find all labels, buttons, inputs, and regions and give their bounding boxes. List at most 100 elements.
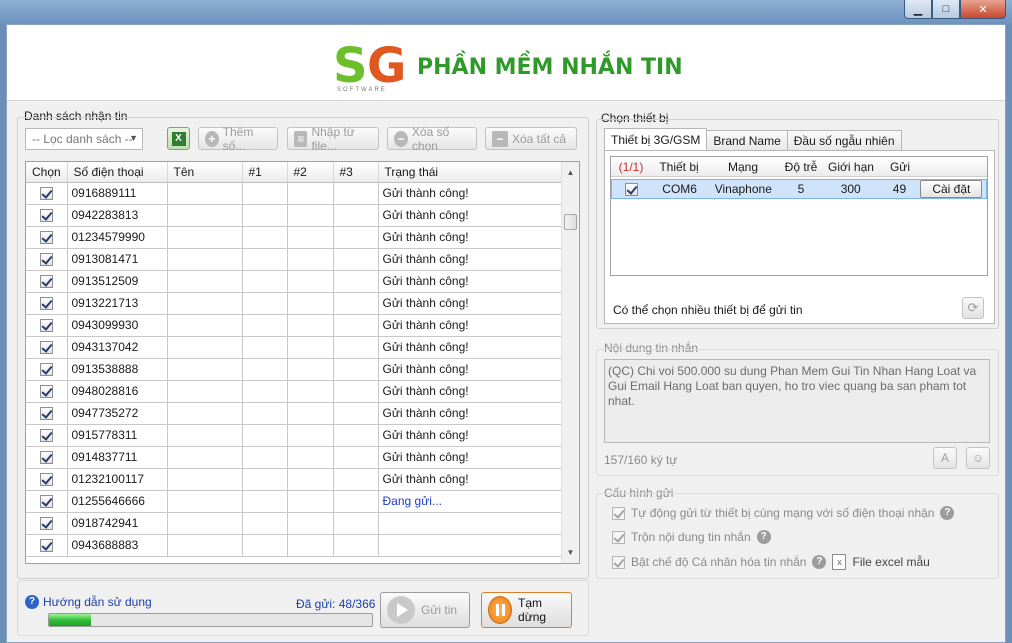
help-link[interactable]: ? Hướng dẫn sử dụng bbox=[25, 595, 152, 609]
config-personalize[interactable]: Bật chế độ Cá nhân hóa tin nhắn ? x File… bbox=[612, 554, 930, 570]
personalize-checkbox[interactable] bbox=[612, 555, 625, 569]
table-row[interactable]: 0948028816 Gửi thành công! bbox=[26, 380, 562, 403]
row-checkbox[interactable] bbox=[39, 341, 53, 355]
row-select[interactable] bbox=[26, 314, 68, 337]
send-button[interactable]: Gửi tin bbox=[380, 592, 470, 628]
row-select[interactable] bbox=[26, 358, 68, 381]
row-select[interactable] bbox=[26, 512, 68, 535]
row-checkbox[interactable] bbox=[39, 319, 53, 333]
table-row[interactable]: 0943688883 bbox=[26, 534, 562, 557]
table-row[interactable]: 0914837711 Gửi thành công! bbox=[26, 446, 562, 469]
table-row[interactable]: 0916889111 Gửi thành công! bbox=[26, 182, 562, 205]
excel-file-icon[interactable]: x bbox=[832, 554, 847, 570]
excel-sample-link[interactable]: File excel mẫu bbox=[852, 555, 929, 569]
row-select[interactable] bbox=[26, 468, 68, 491]
row-checkbox[interactable] bbox=[39, 209, 53, 223]
tab-3g-gsm[interactable]: Thiết bị 3G/GSM bbox=[604, 128, 708, 150]
excel-export-button[interactable]: X bbox=[167, 127, 190, 150]
table-row[interactable]: 01255646666 Đang gửi... bbox=[26, 490, 562, 513]
row-checkbox[interactable] bbox=[39, 385, 53, 399]
import-file-button[interactable]: ≡ Nhập từ file... bbox=[287, 125, 379, 153]
row-checkbox[interactable] bbox=[39, 297, 53, 311]
table-row[interactable]: 0942283813 Gửi thành công! bbox=[26, 204, 562, 227]
maximize-button[interactable]: □ bbox=[932, 0, 960, 19]
auto-network-checkbox[interactable] bbox=[612, 506, 625, 520]
scroll-down-icon[interactable]: ▼ bbox=[562, 544, 579, 561]
row-select[interactable] bbox=[26, 490, 68, 513]
table-row[interactable]: 0943137042 Gửi thành công! bbox=[26, 336, 562, 359]
row-select[interactable] bbox=[26, 248, 68, 271]
row-checkbox[interactable] bbox=[39, 187, 53, 201]
table-row[interactable]: 0913512509 Gửi thành công! bbox=[26, 270, 562, 293]
window-controls: ▁ □ ✕ bbox=[904, 0, 1006, 19]
row-checkbox[interactable] bbox=[39, 363, 53, 377]
row-checkbox[interactable] bbox=[39, 253, 53, 267]
col-select[interactable]: Chọn bbox=[26, 162, 68, 183]
scroll-up-icon[interactable]: ▲ bbox=[562, 164, 579, 181]
row-name bbox=[167, 424, 243, 447]
col-param-3[interactable]: #3 bbox=[333, 162, 379, 183]
device-row[interactable]: COM6 Vinaphone 5 300 49 Cài đặt bbox=[611, 179, 987, 199]
table-row[interactable]: 0947735272 Gửi thành công! bbox=[26, 402, 562, 425]
grid-scrollbar[interactable]: ▲ ▼ bbox=[561, 162, 579, 563]
table-row[interactable]: 01232100117 Gửi thành công! bbox=[26, 468, 562, 491]
table-row[interactable]: 01234579990 Gửi thành công! bbox=[26, 226, 562, 249]
row-checkbox[interactable] bbox=[39, 517, 53, 531]
tab-random-prefix[interactable]: Đầu số ngẫu nhiên bbox=[786, 130, 902, 150]
row-select[interactable] bbox=[26, 380, 68, 403]
config-mix-content[interactable]: Trộn nội dung tin nhắn ? bbox=[612, 530, 771, 544]
row-select[interactable] bbox=[26, 424, 68, 447]
delete-selected-button[interactable]: − Xóa số chọn bbox=[387, 125, 477, 153]
help-icon[interactable]: ? bbox=[812, 555, 827, 569]
row-checkbox[interactable] bbox=[39, 451, 53, 465]
config-auto-network[interactable]: Tự động gửi từ thiết bị cùng mạng với số… bbox=[612, 506, 955, 520]
row-select[interactable] bbox=[26, 402, 68, 425]
col-phone[interactable]: Số điện thoại bbox=[67, 162, 168, 183]
col-status[interactable]: Trạng thái bbox=[378, 162, 562, 183]
scroll-thumb[interactable] bbox=[564, 214, 577, 230]
add-number-button[interactable]: + Thêm số... bbox=[198, 125, 278, 153]
filter-combo[interactable]: -- Lọc danh sách -- ▼ bbox=[25, 128, 143, 150]
col-param-2[interactable]: #2 bbox=[287, 162, 334, 183]
row-select[interactable] bbox=[26, 446, 68, 469]
table-row[interactable]: 0918742941 bbox=[26, 512, 562, 535]
help-icon[interactable]: ? bbox=[756, 530, 771, 544]
emoji-icon[interactable]: ☺ bbox=[966, 447, 990, 469]
refresh-icon[interactable]: ⟳ bbox=[962, 297, 984, 319]
tab-brand-name[interactable]: Brand Name bbox=[706, 130, 788, 150]
row-select[interactable] bbox=[26, 204, 68, 227]
device-select[interactable] bbox=[612, 182, 652, 197]
row-checkbox[interactable] bbox=[39, 407, 53, 421]
col-param-1[interactable]: #1 bbox=[242, 162, 288, 183]
device-checkbox[interactable] bbox=[625, 183, 639, 197]
device-setup-button[interactable]: Cài đặt bbox=[920, 180, 983, 198]
table-row[interactable]: 0913538888 Gửi thành công! bbox=[26, 358, 562, 381]
row-checkbox[interactable] bbox=[39, 473, 53, 487]
row-phone: 0913512509 bbox=[67, 270, 168, 293]
table-row[interactable]: 0915778311 Gửi thành công! bbox=[26, 424, 562, 447]
message-textarea[interactable]: (QC) Chi voi 500.000 su dung Phan Mem Gu… bbox=[604, 359, 990, 443]
row-select[interactable] bbox=[26, 336, 68, 359]
row-param-2 bbox=[287, 468, 334, 491]
table-row[interactable]: 0943099930 Gửi thành công! bbox=[26, 314, 562, 337]
delete-all-button[interactable]: − Xóa tất cả bbox=[485, 127, 577, 150]
row-select[interactable] bbox=[26, 292, 68, 315]
table-row[interactable]: 0913081471 Gửi thành công! bbox=[26, 248, 562, 271]
row-checkbox[interactable] bbox=[39, 231, 53, 245]
row-checkbox[interactable] bbox=[39, 539, 53, 553]
row-checkbox[interactable] bbox=[39, 495, 53, 509]
row-select[interactable] bbox=[26, 226, 68, 249]
pause-button[interactable]: Tạm dừng bbox=[481, 592, 572, 628]
row-select[interactable] bbox=[26, 182, 68, 205]
row-checkbox[interactable] bbox=[39, 429, 53, 443]
help-icon[interactable]: ? bbox=[940, 506, 955, 520]
close-button[interactable]: ✕ bbox=[960, 0, 1006, 19]
font-icon[interactable]: A bbox=[933, 447, 957, 469]
mix-content-checkbox[interactable] bbox=[612, 530, 625, 544]
minimize-button[interactable]: ▁ bbox=[904, 0, 932, 19]
col-name[interactable]: Tên bbox=[167, 162, 243, 183]
row-checkbox[interactable] bbox=[39, 275, 53, 289]
row-select[interactable] bbox=[26, 270, 68, 293]
table-row[interactable]: 0913221713 Gửi thành công! bbox=[26, 292, 562, 315]
row-select[interactable] bbox=[26, 534, 68, 557]
